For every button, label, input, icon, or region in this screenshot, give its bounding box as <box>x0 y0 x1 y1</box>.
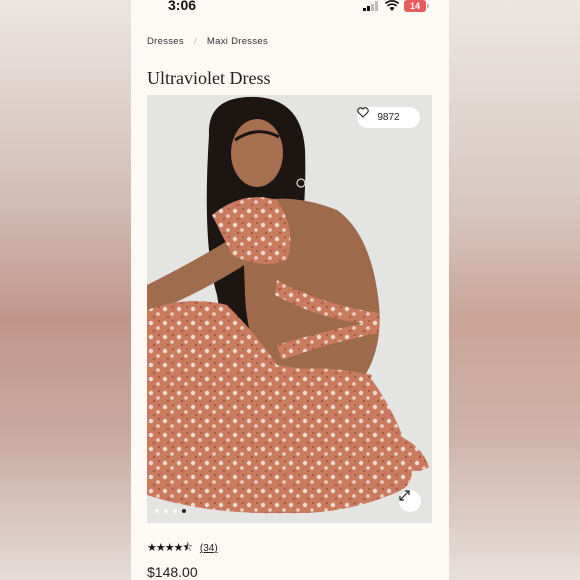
expand-icon <box>399 490 410 501</box>
breadcrumb-separator: / <box>193 36 197 47</box>
breadcrumb-maxi-dresses[interactable]: Maxi Dresses <box>207 36 268 47</box>
product-photo <box>147 95 432 523</box>
breadcrumb-dresses[interactable]: Dresses <box>147 36 184 47</box>
pagination-dot[interactable] <box>173 509 177 513</box>
breadcrumb: Dresses / Maxi Dresses <box>147 36 268 47</box>
review-count-link[interactable]: (34) <box>200 543 218 554</box>
image-pagination <box>155 509 186 513</box>
product-rating: ★★★★⯪ (34) <box>147 539 218 558</box>
expand-button[interactable] <box>399 490 421 512</box>
background-blur-left <box>0 0 131 580</box>
pagination-dot[interactable] <box>164 509 168 513</box>
status-bar: 3:06 14 <box>131 0 449 16</box>
likes-button[interactable]: 9872 <box>357 107 420 128</box>
likes-count: 9872 <box>377 112 400 123</box>
product-image[interactable]: 9872 <box>147 95 432 523</box>
status-time: 3:06 <box>168 0 197 13</box>
heart-icon <box>357 107 369 118</box>
product-price: $148.00 <box>147 564 198 580</box>
background-blur-right <box>449 0 580 580</box>
wifi-icon <box>385 0 399 11</box>
product-title: Ultraviolet Dress <box>147 68 271 88</box>
rating-stars: ★★★★⯪ <box>147 541 193 554</box>
pagination-dot[interactable] <box>155 509 159 513</box>
phone-screen: 3:06 14 Dresses / Maxi Dresses Ultraviol… <box>131 0 449 580</box>
battery-indicator: 14 <box>404 0 429 12</box>
signal-icon <box>363 1 378 11</box>
pagination-dot-active[interactable] <box>182 509 186 513</box>
